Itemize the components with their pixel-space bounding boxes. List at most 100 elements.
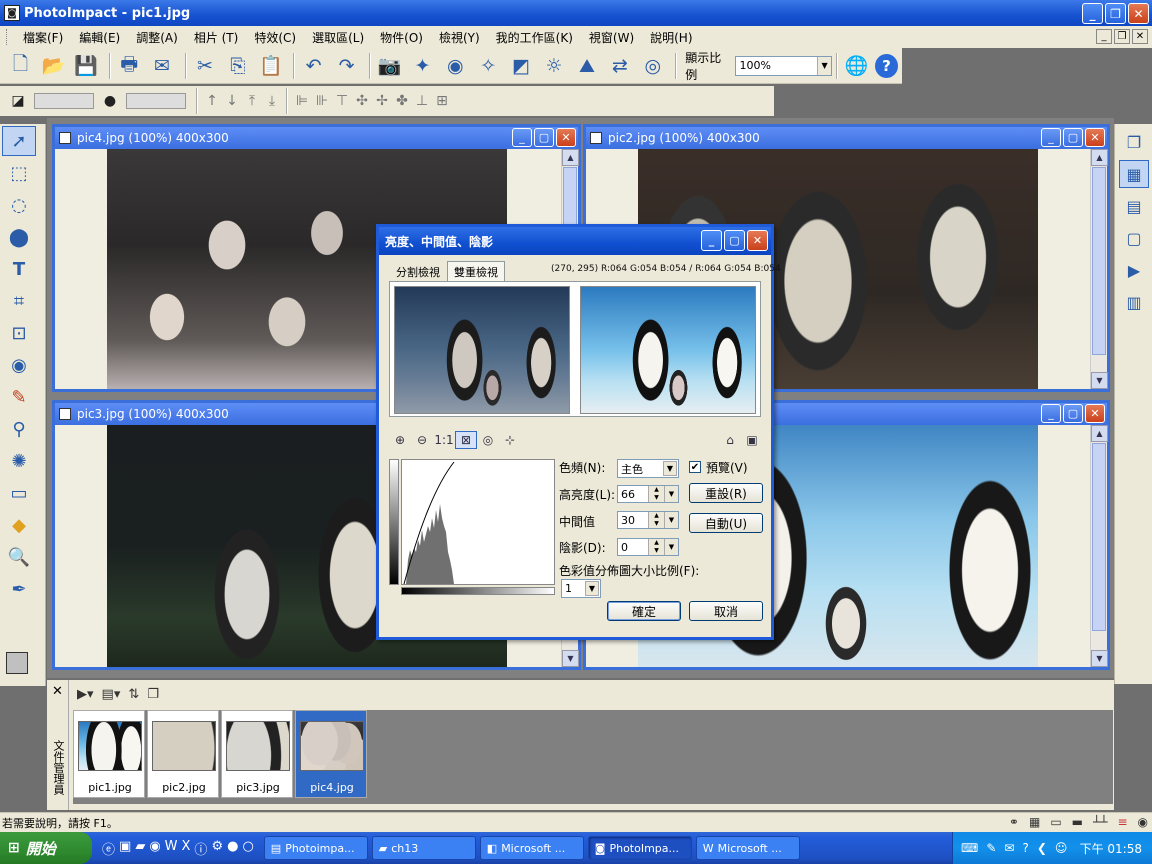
- color-invert-icon[interactable]: ◩: [507, 51, 536, 81]
- window-pic4-title[interactable]: pic4.jpg (100%) 400x300 _ ▢ ✕: [55, 127, 578, 149]
- channel-select[interactable]: 主色 ▼: [617, 459, 679, 478]
- brush-tool-icon[interactable]: ✎: [2, 382, 36, 412]
- zoom-select[interactable]: 100% ▼: [735, 55, 833, 76]
- color-swatch[interactable]: [6, 652, 28, 674]
- gallery-icon[interactable]: ❐: [147, 687, 159, 702]
- chevron-down-icon[interactable]: ▼: [663, 461, 677, 476]
- object-palette-icon[interactable]: ▤: [1119, 192, 1149, 220]
- zoom-tool-icon[interactable]: 🔍: [2, 542, 36, 572]
- restore-button[interactable]: ❐: [1105, 3, 1126, 24]
- spin-arrows-icon[interactable]: ▲ ▼: [648, 539, 664, 555]
- scroll-thumb[interactable]: [1092, 443, 1106, 631]
- scroll-down-arrow[interactable]: ▼: [562, 650, 579, 667]
- web-icon[interactable]: ◎: [638, 51, 667, 81]
- ruler-icon[interactable]: ▬: [1072, 815, 1083, 829]
- undo-icon[interactable]: ↶: [299, 51, 328, 81]
- chevron-down-icon[interactable]: ▼: [817, 56, 832, 75]
- print-icon[interactable]: 🖶: [115, 51, 144, 81]
- dialog-title-bar[interactable]: 亮度、中間值、陰影 _ ▢ ✕: [379, 227, 771, 255]
- enhance-icon[interactable]: ✧: [474, 51, 503, 81]
- eraser-tool-icon[interactable]: ▭: [2, 478, 36, 508]
- eye-icon[interactable]: ◉: [1138, 815, 1148, 829]
- arrow-bottom-icon[interactable]: ⤓: [262, 93, 282, 109]
- menu-workspace[interactable]: 我的工作區(K): [488, 29, 581, 46]
- menu-file[interactable]: 檔案(F): [15, 29, 71, 46]
- copy-icon[interactable]: ⎘: [223, 51, 252, 81]
- close-button[interactable]: ✕: [556, 128, 576, 147]
- layer-manager-icon[interactable]: ❐: [1119, 128, 1149, 156]
- eyedropper-tool-icon[interactable]: ✒: [2, 574, 36, 604]
- redeye-tool-icon[interactable]: ◉: [2, 350, 36, 380]
- keyboard-icon[interactable]: ⌨: [961, 841, 978, 855]
- maximize-button[interactable]: ▢: [1063, 128, 1083, 147]
- fill-tool-icon[interactable]: ◆: [2, 510, 36, 540]
- close-button[interactable]: ✕: [1085, 128, 1105, 147]
- ie-icon[interactable]: ⓔ: [102, 839, 115, 858]
- arrow-up-icon[interactable]: ↑: [202, 93, 222, 109]
- transform-tool-icon[interactable]: ⊡: [2, 318, 36, 348]
- text-tool-icon[interactable]: T: [2, 254, 36, 284]
- thumbnail-pic3[interactable]: pic3.jpg: [221, 710, 293, 798]
- fill-swatch-icon[interactable]: ◪: [8, 93, 28, 109]
- link-icon[interactable]: ⚭: [1009, 815, 1019, 829]
- new-file-icon[interactable]: 🗋: [6, 51, 35, 81]
- histogram-scale-select[interactable]: 1 ▼: [561, 579, 601, 598]
- cut-icon[interactable]: ✂: [191, 51, 220, 81]
- spin-arrows-icon[interactable]: ▲ ▼: [648, 512, 664, 528]
- redo-icon[interactable]: ↷: [332, 51, 361, 81]
- easy-palette-icon[interactable]: ▦: [1119, 160, 1149, 188]
- minimize-button[interactable]: _: [1041, 404, 1061, 423]
- align-bottom-icon[interactable]: ✤: [392, 93, 412, 109]
- media-icon[interactable]: ◉: [149, 839, 160, 858]
- close-button[interactable]: ✕: [1128, 3, 1149, 24]
- arrow-down-icon[interactable]: ↓: [222, 93, 242, 109]
- task-photoimpact-2[interactable]: ◙ PhotoImpa...: [587, 836, 692, 860]
- camera-icon[interactable]: 📷: [375, 51, 404, 81]
- save-preset-icon[interactable]: ⌂: [719, 431, 741, 449]
- align-left-icon[interactable]: ⊫: [292, 93, 312, 109]
- menu-object[interactable]: 物件(O): [372, 29, 431, 46]
- capture-icon[interactable]: ◉: [441, 51, 470, 81]
- document-icon[interactable]: ▢: [1119, 224, 1149, 252]
- align-top-icon[interactable]: ⊤: [332, 93, 352, 109]
- minimize-button[interactable]: _: [1041, 128, 1061, 147]
- help-icon[interactable]: ?: [874, 53, 899, 78]
- task-microsoft-2[interactable]: W Microsoft ...: [695, 836, 800, 860]
- tab-dual-view[interactable]: 雙重檢視: [447, 261, 505, 283]
- close-button[interactable]: ✕: [1085, 404, 1105, 423]
- zoom-in-icon[interactable]: ⊕: [389, 431, 411, 449]
- thumbnail-pic1[interactable]: pic1.jpg: [73, 710, 145, 798]
- scroll-down-arrow[interactable]: ▼: [1091, 650, 1108, 667]
- transfer-icon[interactable]: ⇄: [605, 51, 634, 81]
- close-button[interactable]: ✕: [747, 230, 768, 251]
- preview-checkbox[interactable]: ✔: [689, 461, 701, 473]
- menu-selection[interactable]: 選取區(L): [304, 29, 372, 46]
- scroll-thumb[interactable]: [1092, 167, 1106, 355]
- shadow-input[interactable]: 0 ▲ ▼ ▼: [617, 538, 679, 556]
- histogram-icon[interactable]: ▥: [1119, 288, 1149, 316]
- desktop-icon[interactable]: ▣: [119, 839, 131, 858]
- start-button[interactable]: ⊞ 開始: [0, 832, 92, 864]
- user-icon[interactable]: ☺: [1055, 841, 1068, 855]
- minimize-button[interactable]: _: [1082, 3, 1103, 24]
- task-ch13[interactable]: ▰ ch13: [371, 836, 476, 860]
- menu-view[interactable]: 檢視(Y): [431, 29, 488, 46]
- menu-edit[interactable]: 編輯(E): [71, 29, 128, 46]
- maximize-button[interactable]: ▢: [534, 128, 554, 147]
- magic-wand-icon[interactable]: ✦: [408, 51, 437, 81]
- settings-icon[interactable]: ⚙: [211, 839, 223, 858]
- minimize-button[interactable]: _: [701, 230, 722, 251]
- align-center-icon[interactable]: ✣: [352, 93, 372, 109]
- grid-icon[interactable]: ▦: [1029, 815, 1040, 829]
- menu-photo[interactable]: 相片 (T): [186, 29, 247, 46]
- menu-effects[interactable]: 特效(C): [246, 29, 304, 46]
- folder-icon[interactable]: ▰: [135, 839, 145, 858]
- thumbnail-pic4[interactable]: pic4.jpg: [295, 710, 367, 798]
- frame-icon[interactable]: ▭: [1050, 815, 1061, 829]
- task-microsoft-1[interactable]: ◧ Microsoft ...: [479, 836, 584, 860]
- menu-adjust[interactable]: 調整(A): [128, 29, 186, 46]
- save-icon[interactable]: 💾: [72, 51, 101, 81]
- chevron-down-icon[interactable]: ▼: [664, 512, 678, 528]
- maximize-button[interactable]: ▢: [724, 230, 745, 251]
- pen-icon[interactable]: ✎: [986, 841, 996, 855]
